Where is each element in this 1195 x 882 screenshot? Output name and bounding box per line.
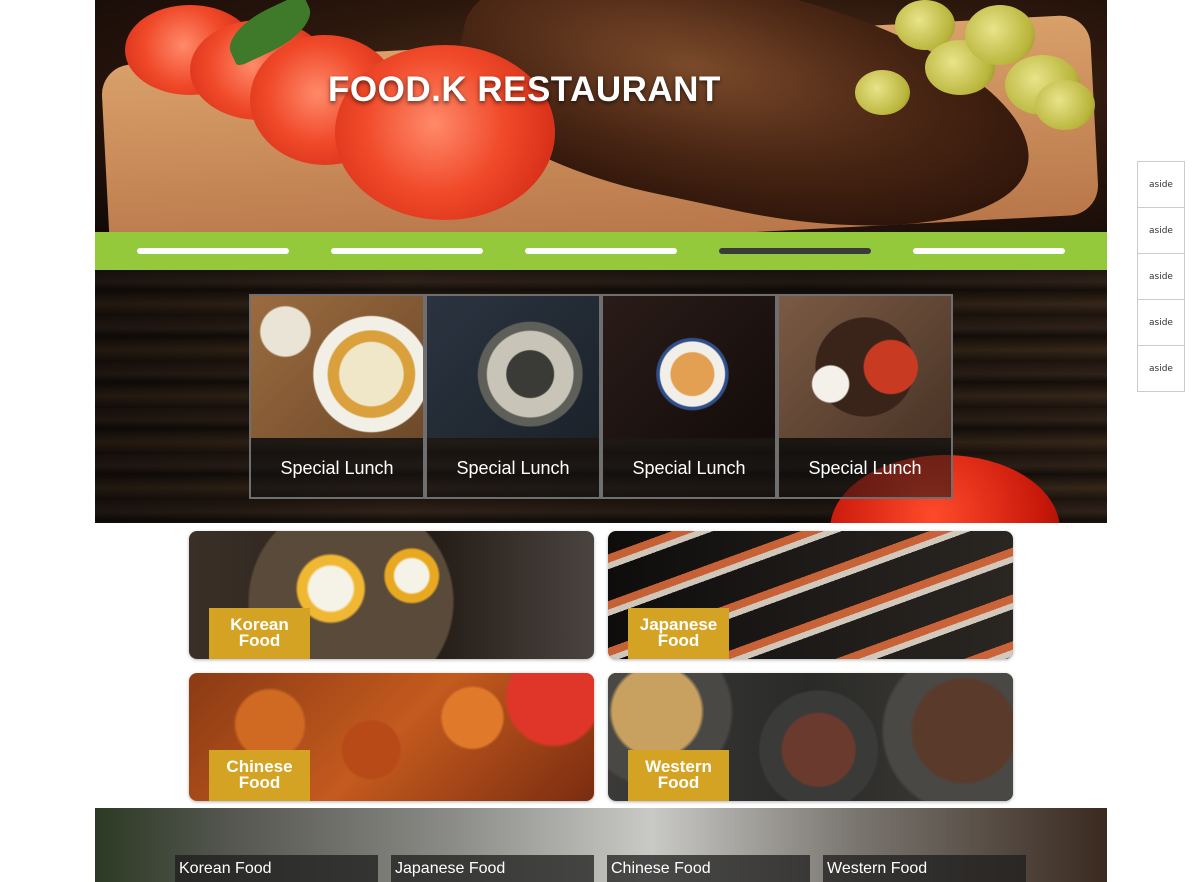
aside-item[interactable]: aside: [1137, 253, 1185, 300]
aside-panel: aside aside aside aside aside: [1137, 161, 1185, 392]
nav-item-1[interactable]: [137, 248, 289, 254]
strip-tab-japanese[interactable]: Japanese Food: [391, 855, 594, 882]
special-lunch-card[interactable]: Special Lunch: [425, 294, 601, 499]
category-badge: Japanese Food: [628, 608, 729, 659]
strip-tab-western[interactable]: Western Food: [823, 855, 1026, 882]
page: FOOD.K RESTAURANT Special Lunch Special …: [0, 0, 1195, 882]
special-lunch-card[interactable]: Special Lunch: [249, 294, 425, 499]
dish-photo: [603, 296, 775, 438]
category-label-line2: Food: [657, 631, 700, 650]
nav-item-2[interactable]: [331, 248, 483, 254]
category-badge: Korean Food: [209, 608, 310, 659]
dish-photo: [779, 296, 951, 438]
category-badge: Chinese Food: [209, 750, 310, 801]
special-lunch-label: Special Lunch: [280, 458, 394, 478]
pickle-image: [1035, 80, 1095, 130]
aside-item[interactable]: aside: [1137, 161, 1185, 208]
main-nav: [95, 232, 1107, 270]
strip-tab-chinese[interactable]: Chinese Food: [607, 855, 810, 882]
category-badge: Western Food: [628, 750, 729, 801]
strip-tab-korean[interactable]: Korean Food: [175, 855, 378, 882]
special-lunch-label: Special Lunch: [456, 458, 570, 478]
site-title: FOOD.K RESTAURANT: [328, 70, 721, 109]
category-tile-japanese[interactable]: Japanese Food: [608, 531, 1013, 659]
dish-photo: [427, 296, 599, 438]
special-lunch-section: Special Lunch Special Lunch Special Lunc…: [95, 270, 1107, 523]
kitchen-strip: Korean Food Japanese Food Chinese Food W…: [95, 808, 1107, 882]
nav-item-3[interactable]: [525, 248, 677, 254]
dish-photo: [251, 296, 423, 438]
nav-item-4[interactable]: [719, 248, 871, 254]
pickle-image: [965, 5, 1035, 65]
aside-item[interactable]: aside: [1137, 299, 1185, 346]
hero-banner: FOOD.K RESTAURANT: [95, 0, 1107, 232]
pickle-image: [855, 70, 910, 115]
special-lunch-card[interactable]: Special Lunch: [777, 294, 953, 499]
category-tile-western[interactable]: Western Food: [608, 673, 1013, 801]
category-label-line2: Food: [657, 773, 700, 792]
special-lunch-card[interactable]: Special Lunch: [601, 294, 777, 499]
category-tile-chinese[interactable]: Chinese Food: [189, 673, 594, 801]
category-label-line2: Food: [238, 631, 281, 650]
aside-item[interactable]: aside: [1137, 207, 1185, 254]
special-lunch-label: Special Lunch: [632, 458, 746, 478]
category-label-line2: Food: [238, 773, 281, 792]
aside-item[interactable]: aside: [1137, 345, 1185, 392]
category-tile-korean[interactable]: Korean Food: [189, 531, 594, 659]
nav-item-5[interactable]: [913, 248, 1065, 254]
special-lunch-label: Special Lunch: [808, 458, 922, 478]
